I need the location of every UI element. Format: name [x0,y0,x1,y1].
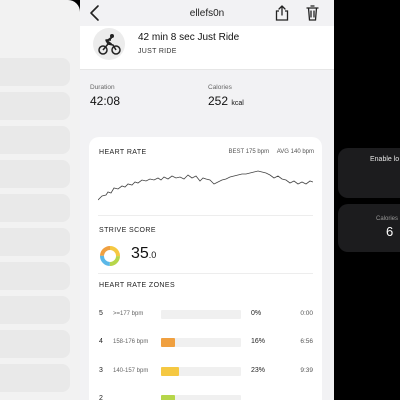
list-item[interactable] [0,364,70,392]
zone-time: 9:39 [300,367,313,374]
share-icon[interactable] [275,5,289,21]
zone-number: 2 [99,395,103,400]
duration-value: 42:08 [90,94,120,108]
calories-value: 252 kcal [208,94,244,108]
zone-time: 0:00 [300,310,313,317]
calories-number: 252 [208,94,229,108]
zone-row: 5 >=177 bpm 0% 0:00 [99,309,313,321]
strive-score-value: 35.0 [131,245,156,263]
zone-number: 3 [99,367,103,374]
zone-percent: 16% [251,338,266,345]
list-item[interactable] [0,262,70,290]
activity-name: 42 min 8 sec Just Ride [138,32,240,43]
zone-percent: 23% [251,367,266,374]
zone-row: 2 [99,394,313,400]
calories-unit: kcal [231,100,244,107]
zone-number: 4 [99,338,103,345]
zone-bar-track [161,310,241,319]
workout-detail-sheet: ellefs0n 42 min 8 sec Just Ride JUST RID… [80,0,334,400]
heart-rate-avg: AVG 140 bpm [276,149,314,155]
heart-rate-summary: BEST 175 bpm AVG 140 bpm [222,149,314,155]
trash-icon[interactable] [306,5,319,21]
calories-card-value: 6 [386,224,394,239]
nav-bar: ellefs0n [80,0,334,26]
zone-row: 4 158-176 bpm 16% 6:56 [99,337,313,349]
strive-score-ring-icon [100,246,120,266]
setting-card-label: Enable lo [370,156,400,163]
list-item[interactable] [0,92,70,120]
list-item[interactable] [0,126,70,154]
heart-rate-graph[interactable] [98,162,313,202]
zone-bar-track [161,395,241,400]
zone-row: 3 140-157 bpm 23% 9:39 [99,366,313,378]
zone-percent: 0% [251,310,262,317]
list-item[interactable] [0,194,70,222]
zone-bar-track [161,338,241,347]
heart-rate-title: HEART RATE [99,149,147,156]
strive-score-number: 35 [131,245,149,262]
zone-bar-track [161,367,241,376]
zone-time: 6:56 [300,338,313,345]
background-list-panel [0,0,80,400]
zone-bar-fill [161,367,179,376]
list-item[interactable] [0,330,70,358]
zone-bar-fill [161,338,175,347]
list-item[interactable] [0,58,70,86]
background-dark-panel: Enable lo Calories 6 [334,0,400,400]
duration-number: 42:08 [90,94,121,108]
heart-rate-zones-title: HEART RATE ZONES [99,282,176,289]
strive-score-title: STRIVE SCORE [99,227,156,234]
activity-header: 42 min 8 sec Just Ride JUST RIDE [80,26,334,70]
setting-card[interactable]: Enable lo [338,148,400,198]
calories-card-label: Calories [376,216,399,222]
zone-number: 5 [99,310,103,317]
page-title: ellefs0n [189,8,225,19]
list-item[interactable] [0,296,70,324]
zone-range: 158-176 bpm [113,339,149,345]
heart-rate-best: BEST 175 bpm [228,149,270,155]
duration-label: Duration [90,84,115,91]
zone-bar-fill [161,395,175,400]
strive-score-decimal: .0 [148,250,157,260]
heart-rate-line [98,170,313,201]
cyclist-icon [98,34,121,55]
list-item[interactable] [0,228,70,256]
metrics-card: HEART RATE BEST 175 bpm AVG 140 bpm STRI… [89,137,322,400]
section-divider [98,273,313,274]
activity-icon-badge [93,28,125,60]
calories-label: Calories [208,84,232,91]
activity-type: JUST RIDE [138,48,177,55]
section-divider [98,215,313,216]
list-item[interactable] [0,160,70,188]
zone-range: >=177 bpm [113,311,144,317]
calories-card: Calories 6 [338,204,400,252]
zone-range: 140-157 bpm [113,368,149,374]
